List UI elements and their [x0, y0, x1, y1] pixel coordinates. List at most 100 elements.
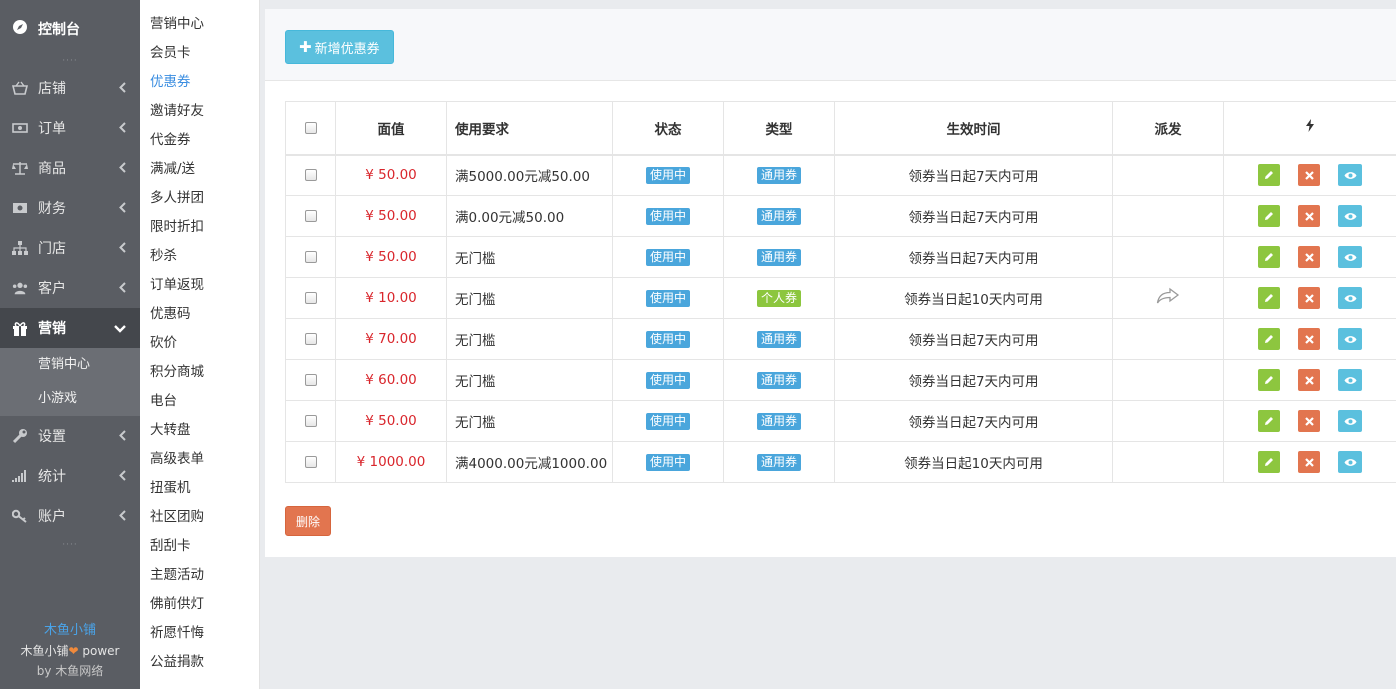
status-badge: 使用中 [645, 207, 690, 225]
row-checkbox[interactable] [304, 374, 317, 386]
status-cell: 使用中 [612, 195, 724, 237]
view-button[interactable] [1338, 246, 1362, 268]
delete-button[interactable] [1298, 328, 1320, 350]
view-button[interactable] [1338, 451, 1362, 473]
valid-time: 领券当日起7天内可用 [834, 400, 1113, 442]
delete-button[interactable] [1298, 246, 1320, 268]
pencil-icon [1264, 252, 1274, 262]
sidebar-item-1[interactable]: 订单 [0, 108, 140, 148]
status-badge: 使用中 [645, 248, 690, 266]
footer-brand[interactable]: 木鱼小铺 [0, 621, 140, 641]
delete-button[interactable] [1298, 369, 1320, 391]
submenu-item[interactable]: 电台 [140, 387, 259, 416]
row-checkbox[interactable] [304, 210, 317, 222]
type-cell: 通用券 [723, 318, 835, 360]
edit-button[interactable] [1258, 246, 1280, 268]
dispatch-cell [1112, 400, 1224, 442]
row-checkbox[interactable] [304, 169, 317, 182]
view-button[interactable] [1338, 287, 1362, 309]
edit-button[interactable] [1258, 287, 1280, 309]
submenu-item[interactable]: 订单返现 [140, 271, 259, 300]
pencil-icon [1264, 211, 1274, 221]
submenu-item[interactable]: 佛前供灯 [140, 590, 259, 619]
coupon-value: ¥ 50.00 [335, 400, 447, 442]
sidebar-item-2[interactable]: 商品 [0, 148, 140, 188]
submenu-item[interactable]: 祈愿忏悔 [140, 619, 259, 648]
sidebar-item-label: 商品 [38, 161, 66, 177]
share-icon[interactable] [1156, 287, 1180, 309]
delete-button[interactable] [1298, 410, 1320, 432]
submenu-item[interactable]: 限时折扣 [140, 213, 259, 242]
submenu-item[interactable]: 砍价 [140, 329, 259, 358]
submenu-item[interactable]: 积分商城 [140, 358, 259, 387]
delete-button[interactable] [1298, 451, 1320, 473]
submenu-item[interactable]: 邀请好友 [140, 97, 259, 126]
sidebar-item-4[interactable]: 门店 [0, 228, 140, 268]
submenu-item[interactable]: 大转盘 [140, 416, 259, 445]
users-icon [12, 280, 28, 296]
edit-button[interactable] [1258, 451, 1280, 473]
submenu-item[interactable]: 营销中心 [140, 10, 259, 39]
submenu-item[interactable]: 满减/送 [140, 155, 259, 184]
submenu-item[interactable]: 社区团购 [140, 503, 259, 532]
view-button[interactable] [1338, 328, 1362, 350]
row-checkbox[interactable] [304, 251, 317, 263]
submenu-item[interactable]: 会员卡 [140, 39, 259, 68]
status-badge: 使用中 [645, 289, 690, 307]
submenu-item[interactable]: 代金券 [140, 126, 259, 155]
sidebar-item-0[interactable]: 店铺 [0, 68, 140, 108]
delete-button[interactable] [1298, 164, 1320, 187]
sidebar-item-5[interactable]: 客户 [0, 268, 140, 308]
edit-button[interactable] [1258, 205, 1280, 227]
coupon-value: ¥ 1000.00 [335, 441, 447, 483]
add-coupon-button[interactable]: ✚ 新增优惠券 [285, 30, 394, 64]
row-checkbox[interactable] [304, 292, 317, 304]
sidebar-item-9[interactable]: 账户 [0, 496, 140, 536]
submenu-item[interactable]: 优惠券 [140, 68, 259, 97]
edit-button[interactable] [1258, 369, 1280, 391]
edit-button[interactable] [1258, 328, 1280, 350]
view-button[interactable] [1338, 164, 1362, 187]
sidebar-item-8[interactable]: 统计 [0, 456, 140, 496]
view-button[interactable] [1338, 205, 1362, 227]
submenu-item[interactable]: 扭蛋机 [140, 474, 259, 503]
edit-button[interactable] [1258, 164, 1280, 187]
bulk-delete-button[interactable]: 删除 [285, 506, 331, 536]
actions-cell [1223, 318, 1396, 360]
row-checkbox[interactable] [304, 333, 317, 345]
delete-button[interactable] [1298, 205, 1320, 227]
submenu-item[interactable]: 主题活动 [140, 561, 259, 590]
chevron-left-icon [119, 201, 126, 217]
sidebar-item-7[interactable]: 设置 [0, 416, 140, 456]
basket-icon [12, 80, 28, 96]
delete-button[interactable] [1298, 287, 1320, 309]
sidebar-item-6[interactable]: 营销 [0, 308, 140, 348]
status-cell: 使用中 [612, 441, 724, 483]
select-all-checkbox[interactable] [304, 121, 317, 134]
sidebar-item-label: 门店 [38, 241, 66, 257]
dashboard-link[interactable]: 控制台 [0, 0, 140, 58]
row-checkbox[interactable] [304, 456, 317, 468]
actions-cell [1223, 359, 1396, 401]
sidebar-subitem[interactable]: 小游戏 [0, 382, 140, 416]
submenu-item[interactable]: 刮刮卡 [140, 532, 259, 561]
signal-icon [12, 468, 28, 484]
submenu-item[interactable]: 公益捐款 [140, 648, 259, 677]
col-valid-time: 生效时间 [834, 101, 1113, 156]
eye-icon [1344, 253, 1357, 262]
submenu-item[interactable]: 秒杀 [140, 242, 259, 271]
submenu-item[interactable]: 优惠码 [140, 300, 259, 329]
edit-button[interactable] [1258, 410, 1280, 432]
view-button[interactable] [1338, 369, 1362, 391]
status-cell: 使用中 [612, 154, 724, 196]
view-button[interactable] [1338, 410, 1362, 432]
pencil-icon [1264, 334, 1274, 344]
submenu-item[interactable]: 高级表单 [140, 445, 259, 474]
submenu-item[interactable]: 多人拼团 [140, 184, 259, 213]
sidebar-subitem[interactable]: 营销中心 [0, 348, 140, 382]
row-checkbox[interactable] [304, 415, 317, 427]
table-row: ¥ 70.00 无门槛 使用中 通用券 领券当日起7天内可用 [285, 318, 1396, 360]
type-cell: 通用券 [723, 154, 835, 196]
coupon-panel: ✚ 新增优惠券 面值 使用要求 状态 类型 生效时间 派发 ¥ 50.00 满50… [265, 9, 1396, 557]
sidebar-item-3[interactable]: 财务 [0, 188, 140, 228]
